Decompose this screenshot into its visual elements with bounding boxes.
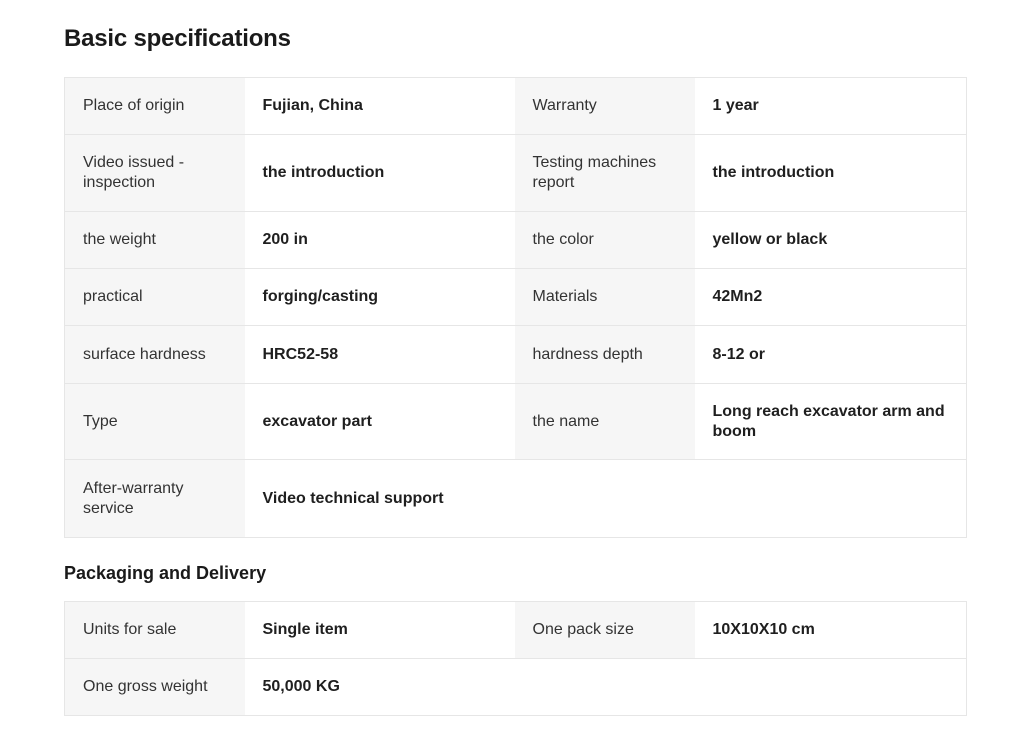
table-row: One gross weight 50,000 KG bbox=[64, 658, 967, 716]
spec-label: After-warranty service bbox=[64, 459, 245, 538]
packaging-table: Units for sale Single item One pack size… bbox=[64, 601, 967, 716]
spec-empty-cell bbox=[514, 658, 695, 716]
spec-empty-cell bbox=[514, 459, 695, 538]
spec-value: 200 in bbox=[244, 211, 515, 269]
spec-value: 10X10X10 cm bbox=[694, 601, 967, 659]
spec-label: the weight bbox=[64, 211, 245, 269]
table-row: practical forging/casting Materials 42Mn… bbox=[64, 268, 967, 326]
spec-label: practical bbox=[64, 268, 245, 326]
table-row: Place of origin Fujian, China Warranty 1… bbox=[64, 77, 967, 135]
spec-label: One pack size bbox=[514, 601, 695, 659]
spec-label: hardness depth bbox=[514, 325, 695, 384]
spec-label: One gross weight bbox=[64, 658, 245, 716]
basic-spec-table: Place of origin Fujian, China Warranty 1… bbox=[64, 77, 967, 538]
spec-label: Materials bbox=[514, 268, 695, 326]
spec-label: surface hardness bbox=[64, 325, 245, 384]
spec-value: Fujian, China bbox=[244, 77, 515, 135]
table-row: the weight 200 in the color yellow or bl… bbox=[64, 211, 967, 269]
table-row: Units for sale Single item One pack size… bbox=[64, 601, 967, 659]
spec-value: 50,000 KG bbox=[244, 658, 515, 716]
spec-label: Video issued - inspection bbox=[64, 134, 245, 212]
spec-value: the introduction bbox=[244, 134, 515, 212]
spec-empty-cell bbox=[694, 459, 967, 538]
spec-label: Units for sale bbox=[64, 601, 245, 659]
spec-value: forging/casting bbox=[244, 268, 515, 326]
packaging-delivery-title: Packaging and Delivery bbox=[64, 563, 267, 583]
spec-value: the introduction bbox=[694, 134, 967, 212]
spec-value: HRC52-58 bbox=[244, 325, 515, 384]
spec-value: 42Mn2 bbox=[694, 268, 967, 326]
table-row: Type excavator part the name Long reach … bbox=[64, 383, 967, 460]
spec-value: Long reach excavator arm and boom bbox=[694, 383, 967, 460]
spec-value: 8-12 or bbox=[694, 325, 967, 384]
spec-value: Video technical support bbox=[244, 459, 515, 538]
spec-value: excavator part bbox=[244, 383, 515, 460]
spec-value: 1 year bbox=[694, 77, 967, 135]
table-row: surface hardness HRC52-58 hardness depth… bbox=[64, 325, 967, 384]
spec-label: the name bbox=[514, 383, 695, 460]
table-row: Video issued - inspection the introducti… bbox=[64, 134, 967, 212]
spec-value: yellow or black bbox=[694, 211, 967, 269]
spec-label: the color bbox=[514, 211, 695, 269]
spec-label: Type bbox=[64, 383, 245, 460]
spec-label: Testing machines report bbox=[514, 134, 695, 212]
spec-label: Warranty bbox=[514, 77, 695, 135]
table-row: After-warranty service Video technical s… bbox=[64, 459, 967, 538]
spec-value: Single item bbox=[244, 601, 515, 659]
spec-empty-cell bbox=[694, 658, 967, 716]
basic-specifications-title: Basic specifications bbox=[64, 25, 291, 52]
spec-label: Place of origin bbox=[64, 77, 245, 135]
